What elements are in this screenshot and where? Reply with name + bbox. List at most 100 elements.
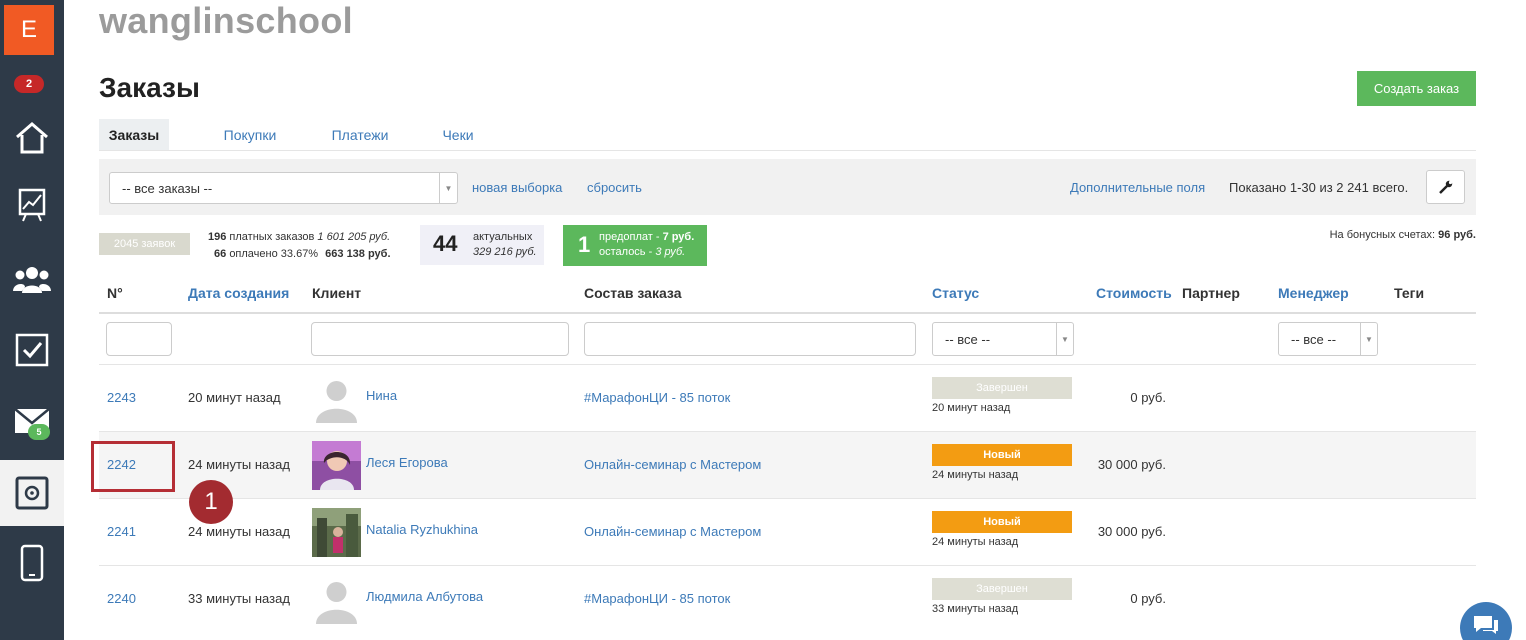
- header-order: Состав заказа: [584, 285, 682, 301]
- tab-payments[interactable]: Платежи: [319, 119, 401, 150]
- sidebar-item-users[interactable]: [0, 247, 64, 313]
- table-row[interactable]: 2243 20 минут назад Нина #МарафонЦИ - 85…: [99, 364, 1476, 431]
- client-filter-input[interactable]: [311, 322, 569, 356]
- page-title: Заказы: [99, 72, 200, 103]
- chat-icon: [1474, 616, 1498, 634]
- header-client: Клиент: [312, 285, 362, 301]
- order-content-link[interactable]: Онлайн-семинар с Мастером: [584, 524, 761, 539]
- chart-icon: [18, 188, 46, 222]
- wrench-icon: [1438, 180, 1452, 194]
- create-order-button[interactable]: Создать заказ: [1357, 71, 1476, 106]
- bonus-label: На бонусных счетах:: [1329, 229, 1436, 241]
- client-link[interactable]: Людмила Албутова: [366, 589, 483, 604]
- client-link[interactable]: Нина: [366, 388, 397, 403]
- chevron-down-icon: ▼: [439, 173, 457, 203]
- paid-percent-count: 66: [214, 248, 227, 260]
- status-badge: Завершен: [932, 578, 1072, 600]
- extra-fields-link[interactable]: Дополнительные поля: [1070, 180, 1205, 195]
- order-date: 33 минуты назад: [188, 591, 290, 606]
- order-number-link[interactable]: 2241: [107, 524, 136, 539]
- header-partner: Партнер: [1182, 285, 1240, 301]
- total-applications-badge[interactable]: 2045 заявок: [99, 233, 190, 255]
- selection-value: -- все заказы --: [122, 180, 213, 196]
- paid-count: 196: [208, 231, 227, 243]
- sidebar-item-home[interactable]: [0, 105, 64, 171]
- header-number: N°: [107, 285, 123, 301]
- paid-sum: 1 601 205 руб.: [317, 231, 391, 243]
- status-time: 20 минут назад: [932, 402, 1011, 414]
- status-badge: Завершен: [932, 377, 1072, 399]
- actual-count: 44: [433, 231, 458, 256]
- tab-receipts[interactable]: Чеки: [429, 119, 487, 150]
- table-row[interactable]: 2242 24 минуты назад Леся Егорова Онлайн…: [99, 431, 1476, 498]
- order-date: 20 минут назад: [188, 390, 281, 405]
- chevron-down-icon: ▼: [1360, 323, 1377, 355]
- prepay-label: предоплат -: [599, 231, 660, 243]
- order-number-link[interactable]: 2243: [107, 390, 136, 405]
- sidebar-item-mobile[interactable]: [0, 530, 64, 596]
- status-time: 24 минуты назад: [932, 469, 1019, 481]
- order-content-link[interactable]: #МарафонЦИ - 85 поток: [584, 591, 730, 606]
- paid-orders-stats: 196 платных заказов 1 601 205 руб. 66 оп…: [208, 229, 391, 263]
- status-time: 24 минуты назад: [932, 536, 1019, 548]
- status-badge: Новый: [932, 511, 1072, 533]
- sales-icon: [15, 476, 49, 510]
- header-cost[interactable]: Стоимость: [1096, 285, 1172, 301]
- actual-orders-stat[interactable]: 44 актуальных 329 216 руб.: [420, 225, 544, 265]
- actual-sum: 329 216 руб.: [473, 246, 537, 258]
- new-selection-link[interactable]: новая выборка: [472, 180, 562, 195]
- order-cost: 0 руб.: [1130, 390, 1166, 405]
- order-cost: 0 руб.: [1130, 591, 1166, 606]
- manager-filter-select[interactable]: -- все -- ▼: [1278, 322, 1378, 356]
- step-callout: 1: [189, 480, 233, 524]
- tab-bar: Заказы Покупки Платежи Чеки: [99, 119, 1476, 151]
- number-filter-input[interactable]: [106, 322, 172, 356]
- home-icon: [16, 122, 48, 154]
- orders-selection-dropdown[interactable]: -- все заказы -- ▼: [109, 172, 458, 204]
- status-filter-value: -- все --: [945, 331, 991, 347]
- sidebar-item-sales[interactable]: [0, 460, 64, 526]
- prepay-left-sum: 3 руб.: [655, 246, 686, 258]
- sidebar-item-tasks[interactable]: [0, 317, 64, 383]
- sidebar-item-analytics[interactable]: [0, 172, 64, 238]
- status-filter-select[interactable]: -- все -- ▼: [932, 322, 1074, 356]
- reset-link[interactable]: сбросить: [587, 180, 642, 195]
- header-tags: Теги: [1394, 285, 1425, 301]
- header-manager[interactable]: Менеджер: [1278, 285, 1349, 301]
- notification-badge[interactable]: 2: [14, 75, 44, 93]
- filter-bar: -- все заказы -- ▼ новая выборка сбросит…: [99, 159, 1476, 215]
- client-link[interactable]: Леся Егорова: [366, 455, 448, 470]
- avatar: [312, 508, 361, 557]
- tab-orders[interactable]: Заказы: [99, 119, 169, 150]
- order-cost: 30 000 руб.: [1097, 457, 1166, 472]
- users-icon: [13, 267, 51, 293]
- order-date: 24 минуты назад: [188, 524, 290, 539]
- settings-button[interactable]: [1426, 170, 1465, 204]
- chevron-down-icon: ▼: [1056, 323, 1073, 355]
- header-date[interactable]: Дата создания: [188, 285, 289, 301]
- paid-label: платных заказов: [229, 231, 315, 243]
- prepayment-stat[interactable]: 1 предоплат - 7 руб. осталось - 3 руб.: [563, 225, 707, 266]
- paid-percent-sum: 663 138 руб.: [325, 248, 391, 260]
- avatar: [312, 441, 361, 490]
- bonus-balance: На бонусных счетах: 96 руб.: [1330, 229, 1476, 241]
- mail-badge: 5: [28, 424, 50, 440]
- tab-purchases[interactable]: Покупки: [209, 119, 291, 150]
- sidebar-item-mail[interactable]: 5: [0, 388, 64, 454]
- app-logo[interactable]: E: [4, 5, 54, 55]
- sidebar: E 2 5: [0, 0, 64, 640]
- order-filter-input[interactable]: [584, 322, 916, 356]
- mobile-icon: [20, 544, 44, 582]
- table-row[interactable]: 2241 24 минуты назад Natalia Ryzhukhina …: [99, 498, 1476, 565]
- avatar-placeholder: [312, 374, 361, 423]
- client-link[interactable]: Natalia Ryzhukhina: [366, 522, 478, 537]
- paid-percent-label: оплачено 33.67%: [229, 248, 319, 260]
- order-content-link[interactable]: #МарафонЦИ - 85 поток: [584, 390, 730, 405]
- header-status[interactable]: Статус: [932, 285, 979, 301]
- order-number-link[interactable]: 2240: [107, 591, 136, 606]
- prepay-count: 1: [578, 232, 591, 257]
- highlight-box: [91, 441, 175, 492]
- table-row[interactable]: 2240 33 минуты назад Людмила Албутова #М…: [99, 565, 1476, 632]
- order-content-link[interactable]: Онлайн-семинар с Мастером: [584, 457, 761, 472]
- chat-button[interactable]: [1460, 602, 1512, 640]
